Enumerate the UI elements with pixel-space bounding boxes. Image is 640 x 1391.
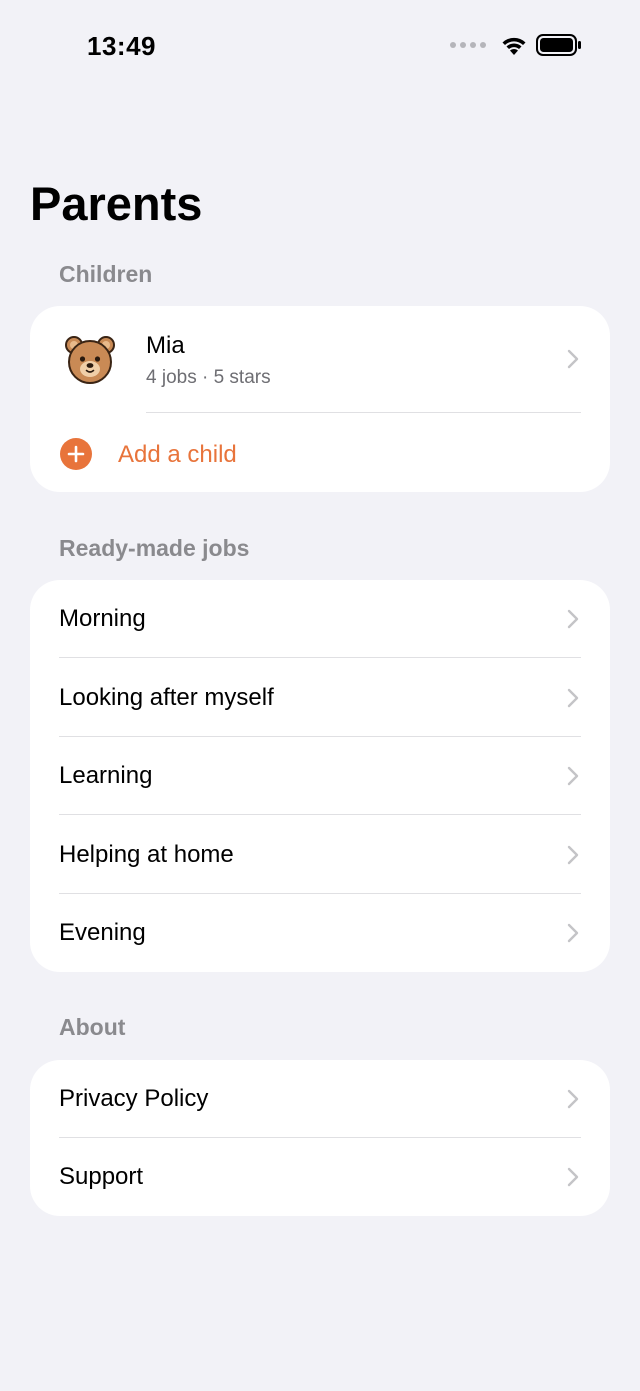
add-child-label: Add a child (118, 441, 237, 468)
job-item-label: Morning (59, 605, 146, 632)
status-bar: 13:49 (0, 0, 640, 96)
chevron-right-icon (567, 766, 579, 786)
children-card: Mia 4 jobs · 5 stars Add a child (30, 306, 610, 492)
section-header-about: About (59, 1014, 126, 1040)
job-item-label: Looking after myself (59, 683, 274, 711)
chevron-right-icon (567, 349, 579, 369)
chevron-right-icon (567, 1167, 579, 1187)
about-item-label: Privacy Policy (59, 1085, 209, 1112)
section-header-children: Children (59, 261, 153, 287)
add-child-button[interactable]: Add a child (30, 413, 610, 492)
bear-icon (65, 336, 115, 384)
job-item-morning[interactable]: Morning (30, 580, 610, 658)
page-title: Parents (30, 177, 203, 230)
section-header-jobs: Ready-made jobs (59, 535, 250, 561)
about-item-privacy-policy[interactable]: Privacy Policy (30, 1060, 610, 1138)
child-meta: 4 jobs · 5 stars (146, 367, 271, 388)
job-item-label: Evening (59, 919, 146, 946)
plus-circle-icon (60, 438, 92, 470)
jobs-card: Morning Looking after myself Learning He… (30, 580, 610, 972)
job-item-learning[interactable]: Learning (30, 737, 610, 815)
child-row-mia[interactable]: Mia 4 jobs · 5 stars (30, 306, 610, 413)
chevron-right-icon (567, 845, 579, 864)
status-time: 13:49 (87, 31, 156, 61)
wifi-icon (502, 37, 526, 55)
about-item-label: Support (59, 1163, 144, 1190)
job-item-evening[interactable]: Evening (30, 894, 610, 972)
job-item-label: Helping at home (59, 840, 234, 868)
chevron-right-icon (567, 688, 579, 707)
job-item-helping-at-home[interactable]: Helping at home (30, 815, 610, 894)
child-name: Mia (146, 332, 185, 359)
chevron-right-icon (567, 609, 579, 629)
cellular-signal-icon (450, 42, 486, 48)
job-item-label: Learning (59, 762, 153, 789)
job-item-looking-after-myself[interactable]: Looking after myself (30, 658, 610, 737)
chevron-right-icon (567, 923, 579, 943)
battery-icon (536, 34, 581, 56)
status-icons (450, 34, 582, 56)
about-card: Privacy Policy Support (30, 1060, 610, 1216)
chevron-right-icon (567, 1089, 579, 1109)
about-item-support[interactable]: Support (30, 1138, 610, 1216)
